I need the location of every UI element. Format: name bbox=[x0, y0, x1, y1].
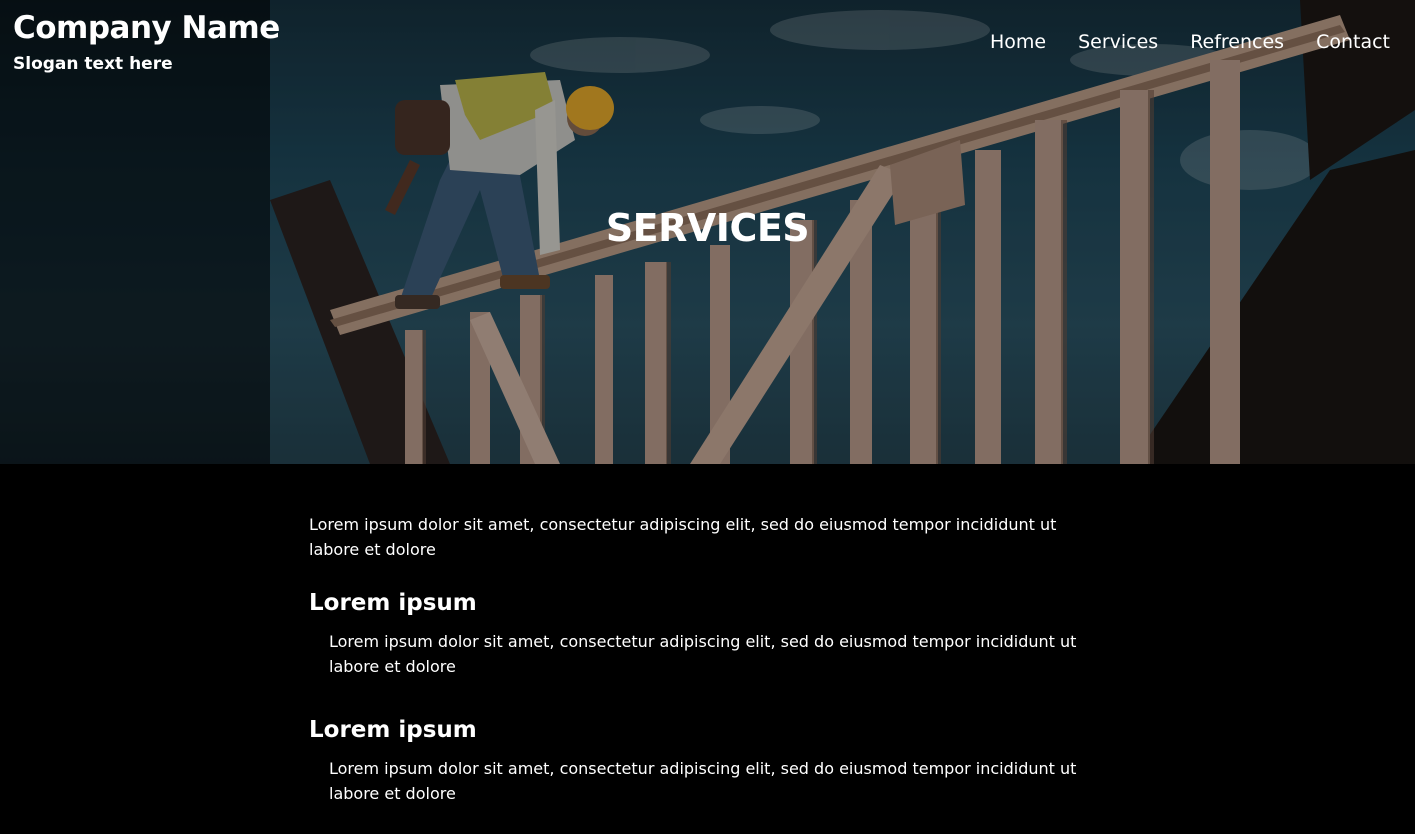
brand: Company Name Slogan text here bbox=[13, 8, 280, 80]
nav-item-refrences[interactable]: Refrences bbox=[1190, 27, 1284, 57]
service-section: Lorem ipsum Lorem ipsum dolor sit amet, … bbox=[309, 588, 1109, 679]
section-text: Lorem ipsum dolor sit amet, consectetur … bbox=[329, 632, 1077, 676]
intro-text: Lorem ipsum dolor sit amet, consectetur … bbox=[309, 515, 1057, 559]
section-text: Lorem ipsum dolor sit amet, consectetur … bbox=[329, 759, 1077, 803]
main-nav: Home Services Refrences Contact bbox=[990, 27, 1390, 57]
nav-item-home[interactable]: Home bbox=[990, 27, 1046, 57]
company-name[interactable]: Company Name bbox=[13, 8, 280, 48]
service-section: Lorem ipsum Lorem ipsum dolor sit amet, … bbox=[309, 715, 1109, 806]
hero-banner: Company Name Slogan text here Home Servi… bbox=[0, 0, 1415, 464]
slogan: Slogan text here bbox=[13, 54, 173, 74]
page-title: SERVICES bbox=[605, 206, 810, 250]
section-heading: Lorem ipsum bbox=[309, 590, 477, 616]
nav-item-services[interactable]: Services bbox=[1078, 27, 1158, 57]
nav-item-contact[interactable]: Contact bbox=[1316, 27, 1390, 57]
main-content: Lorem ipsum dolor sit amet, consectetur … bbox=[309, 512, 1109, 806]
section-heading: Lorem ipsum bbox=[309, 717, 477, 743]
